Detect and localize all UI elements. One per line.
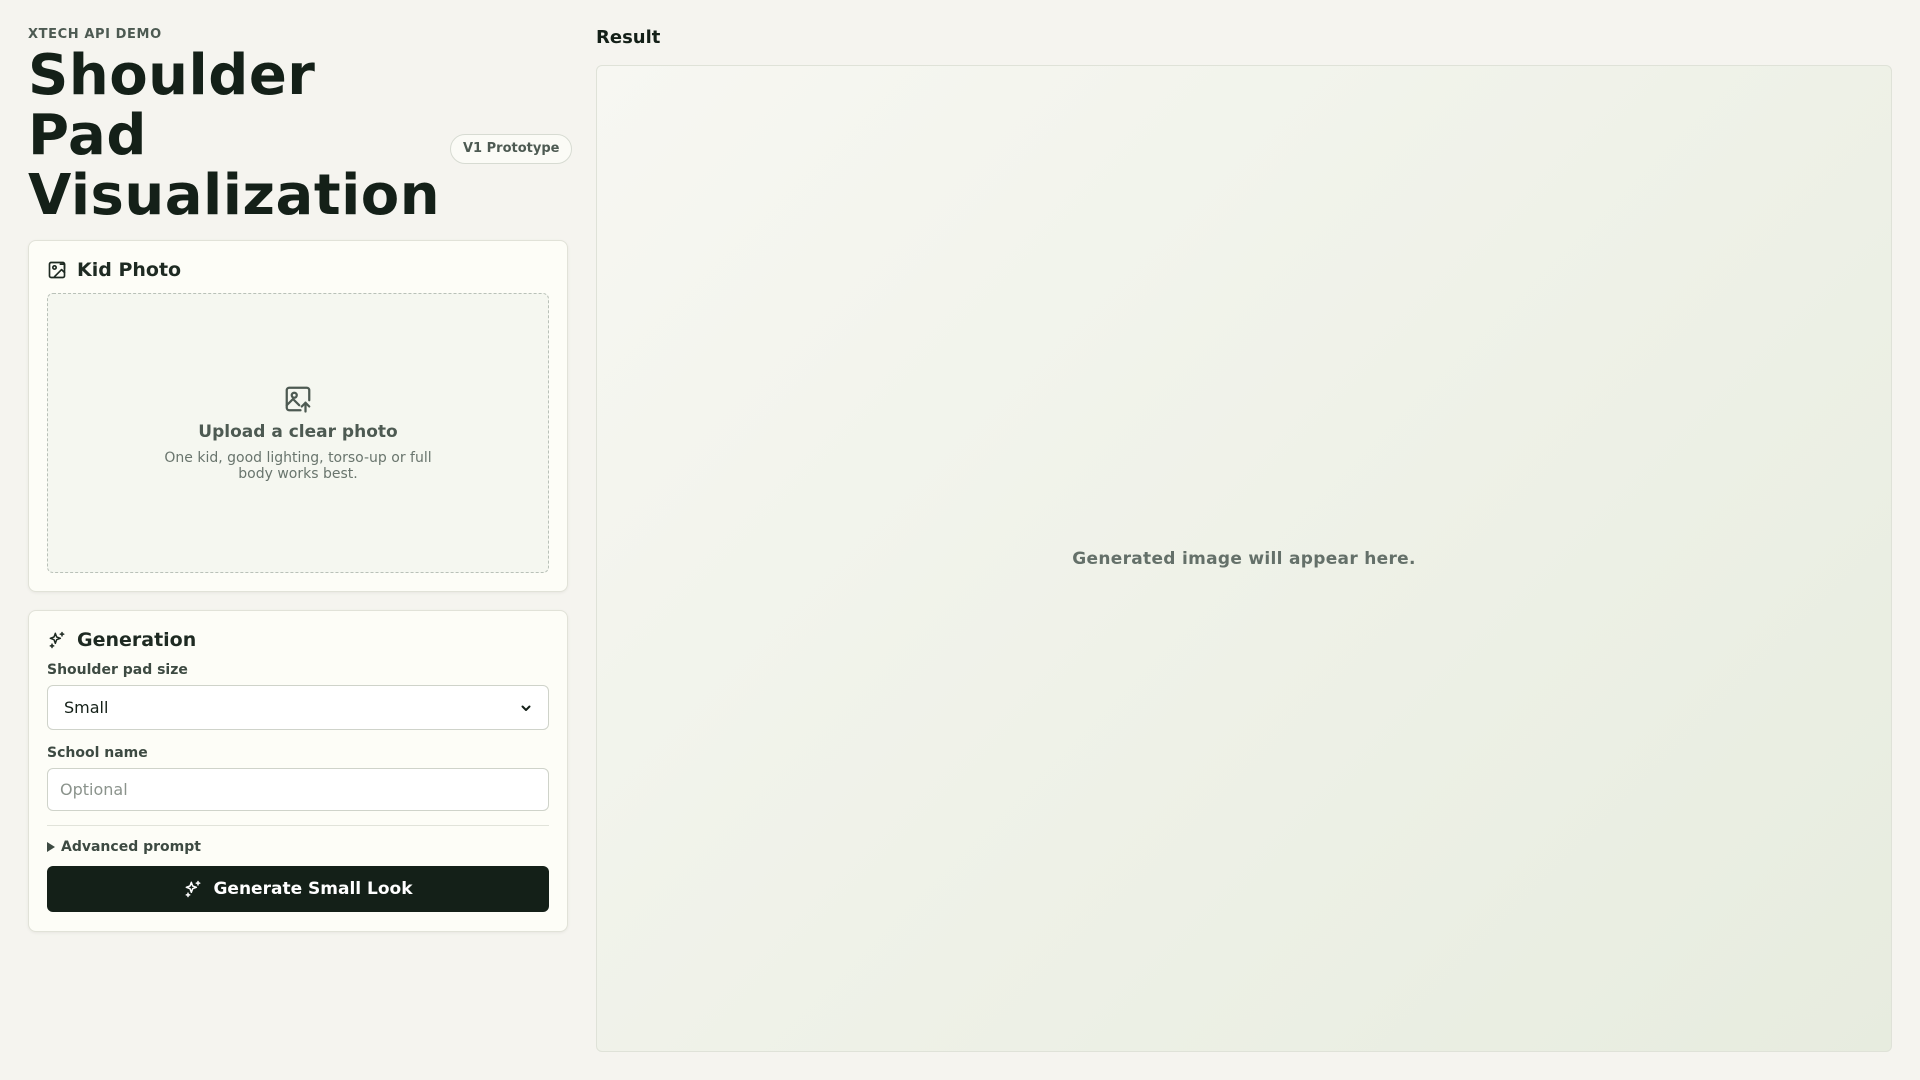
result-placeholder: Generated image will appear here. [1072,548,1416,569]
kid-photo-title: Kid Photo [77,259,182,281]
page-title: Shoulder Pad Visualization [28,43,441,228]
generation-title: Generation [77,629,197,651]
advanced-prompt-toggle[interactable]: Advanced prompt [47,838,549,856]
app-page: XTECH API DEMO Shoulder Pad Visualizatio… [0,0,1920,1080]
image-icon [47,260,67,280]
left-column: XTECH API DEMO Shoulder Pad Visualizatio… [28,26,573,932]
chevron-down-icon [520,702,532,714]
shoulder-pad-size-label: Shoulder pad size [47,662,188,678]
sparkles-icon [183,879,203,899]
generate-button-label: Generate Small Look [213,879,413,899]
shoulder-pad-size-value: Small [64,698,109,717]
result-panel: Generated image will appear here. [596,65,1892,1052]
shoulder-pad-size-select[interactable]: Small [47,685,549,730]
triangle-right-icon [47,842,55,852]
divider [47,825,549,826]
kid-photo-card-header: Kid Photo [47,259,549,281]
school-name-label: School name [47,745,148,761]
sparkles-icon [47,630,67,650]
image-upload-icon [283,384,313,414]
advanced-prompt-label: Advanced prompt [61,839,201,855]
version-badge: V1 Prototype [450,134,573,164]
dropzone-subtitle: One kid, good lighting, torso-up or full… [164,450,432,482]
generation-card: Generation Shoulder pad size Small Schoo… [28,610,568,932]
eyebrow-label: XTECH API DEMO [28,27,162,42]
photo-dropzone[interactable]: Upload a clear photo One kid, good light… [47,293,549,573]
dropzone-title: Upload a clear photo [198,422,398,442]
result-heading: Result [596,27,661,48]
kid-photo-card: Kid Photo Upload a clear photo One kid, … [28,240,568,592]
title-row: Shoulder Pad Visualization V1 Prototype [28,43,573,240]
generate-button[interactable]: Generate Small Look [47,866,549,912]
generation-card-header: Generation [47,629,549,651]
school-name-input[interactable] [47,768,549,811]
